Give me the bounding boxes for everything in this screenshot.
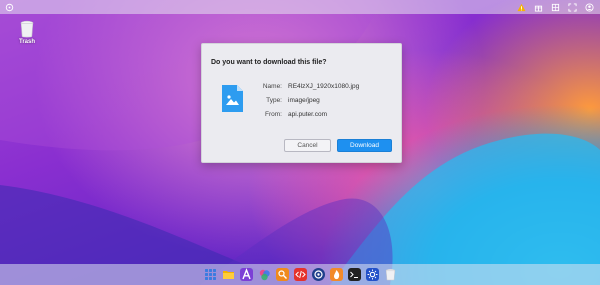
draw-icon[interactable]: [258, 268, 271, 281]
dock-trash-icon[interactable]: [384, 268, 397, 281]
grid-icon[interactable]: [551, 3, 560, 12]
file-source-value: api.puter.com: [288, 111, 328, 118]
desktop-trash[interactable]: Trash: [15, 20, 39, 45]
name-key: Name:: [262, 83, 282, 90]
editor-icon[interactable]: [239, 268, 253, 281]
terminal-icon[interactable]: [347, 268, 361, 281]
gift-icon[interactable]: [534, 3, 543, 12]
recorder-icon[interactable]: [329, 268, 343, 281]
top-bar: [0, 0, 600, 14]
download-dialog: Do you want to download this file? Name:…: [201, 43, 402, 163]
file-name-value: RE4lzXJ_1920x1080.jpg: [288, 83, 360, 90]
trash-icon: [20, 20, 34, 38]
settings-icon[interactable]: [365, 268, 379, 281]
fullscreen-icon[interactable]: [568, 2, 577, 12]
dialog-title: Do you want to download this file?: [211, 59, 327, 66]
from-key: From:: [265, 111, 282, 118]
image-file-icon: [222, 85, 243, 112]
warning-icon[interactable]: [517, 3, 526, 12]
dev-center-icon[interactable]: [311, 268, 325, 281]
code-icon[interactable]: [293, 268, 307, 281]
file-type-value: image/jpeg: [288, 97, 320, 104]
trash-label: Trash: [18, 39, 35, 45]
puter-logo-icon[interactable]: [5, 3, 14, 12]
account-icon[interactable]: [585, 2, 594, 12]
app-launcher-icon[interactable]: [204, 268, 217, 281]
cancel-button[interactable]: Cancel: [284, 139, 331, 152]
type-key: Type:: [266, 97, 282, 104]
files-icon[interactable]: [222, 268, 235, 281]
download-button[interactable]: Download: [337, 139, 392, 152]
taskbar-dock: [0, 264, 600, 285]
camera-icon[interactable]: [275, 268, 289, 281]
